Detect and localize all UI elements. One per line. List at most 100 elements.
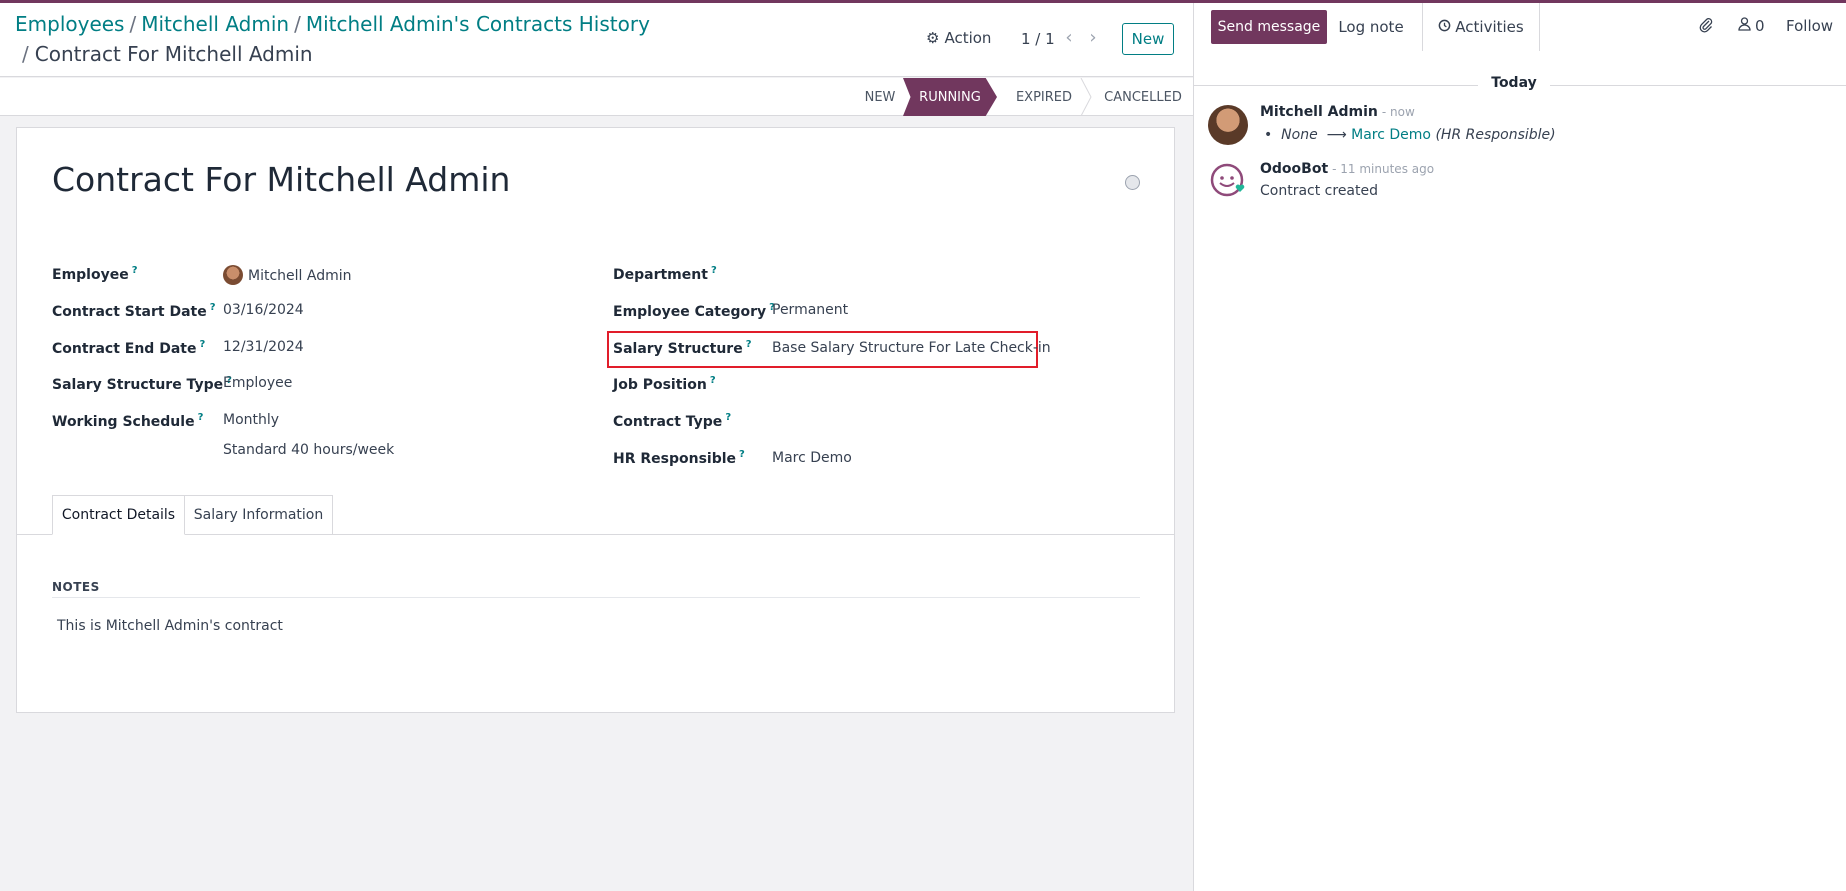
contract-end-date-value[interactable]: 12/31/2024	[223, 339, 304, 355]
followers-count: 0	[1755, 17, 1765, 35]
field-label-text: Department	[613, 267, 708, 283]
pager-value[interactable]: 1 / 1	[1021, 30, 1055, 48]
stage-cancelled[interactable]: CANCELLED	[1093, 78, 1193, 116]
field-employee-category: Employee Category?	[613, 302, 775, 324]
salary-structure-value[interactable]: Base Salary Structure For Late Check-in	[772, 340, 1051, 356]
action-label: Action	[944, 29, 992, 47]
field-label-text: Salary Structure Type	[52, 377, 224, 393]
field-salary-structure: Salary Structure?	[613, 339, 752, 361]
salary-structure-type-value[interactable]: Employee	[223, 375, 292, 391]
message-author[interactable]: OdooBot - 11 minutes ago	[1260, 161, 1434, 177]
stage-expired[interactable]: EXPIRED	[995, 78, 1093, 116]
divider	[1550, 85, 1846, 86]
statusbar: NEW RUNNING EXPIRED CANCELLED	[0, 78, 1193, 116]
field-hr-responsible: HR Responsible?	[613, 449, 745, 471]
breadcrumb-contracts-history[interactable]: Mitchell Admin's Contracts History	[306, 12, 650, 36]
working-schedule-value[interactable]: Monthly	[223, 412, 279, 428]
paperclip-icon	[1698, 17, 1714, 37]
help-icon[interactable]: ?	[710, 375, 716, 386]
field-label-text: Employee	[52, 267, 129, 283]
new-button[interactable]: New	[1122, 23, 1174, 55]
breadcrumb-separator: /	[294, 12, 301, 36]
log-note-button[interactable]: Log note	[1327, 10, 1415, 44]
field-label-text: Contract Type	[613, 414, 723, 430]
message-timestamp: - now	[1381, 105, 1415, 119]
help-icon[interactable]: ?	[199, 339, 205, 350]
field-label-text: Contract End Date	[52, 341, 197, 357]
author-name: OdooBot	[1260, 161, 1329, 177]
field-contract-type: Contract Type?	[613, 412, 731, 434]
help-icon[interactable]: ?	[711, 265, 717, 276]
contract-name[interactable]: Contract For Mitchell Admin	[52, 158, 510, 202]
avatar	[223, 265, 243, 285]
breadcrumb-mitchell-admin[interactable]: Mitchell Admin	[141, 12, 289, 36]
field-job-position: Job Position?	[613, 375, 716, 397]
arrow-right-icon: ⟶	[1322, 127, 1352, 143]
followers-button[interactable]: 0	[1738, 17, 1765, 35]
chatter-panel: Send message Log note Activities 0 Follo…	[1193, 3, 1846, 891]
date-label: Today	[1491, 75, 1537, 91]
breadcrumb-employees[interactable]: Employees	[15, 12, 124, 36]
tracking-value: • None ⟶ Marc Demo (HR Responsible)	[1264, 127, 1556, 143]
attachment-button[interactable]	[1698, 17, 1714, 37]
message-author[interactable]: Mitchell Admin - now	[1260, 104, 1415, 120]
tab-salary-information[interactable]: Salary Information	[185, 495, 333, 535]
chevron-right-icon[interactable]: ›	[1085, 27, 1101, 48]
bullet: •	[1264, 127, 1282, 143]
tab-contract-details[interactable]: Contract Details	[52, 495, 185, 535]
help-icon[interactable]: ?	[132, 265, 138, 276]
help-icon[interactable]: ?	[746, 339, 752, 350]
avatar[interactable]	[1208, 105, 1248, 145]
odoobot-avatar[interactable]	[1208, 161, 1248, 201]
field-contract-start-date: Contract Start Date?	[52, 302, 216, 324]
employee-value[interactable]: Mitchell Admin	[223, 265, 352, 285]
field-label-text: Working Schedule	[52, 414, 195, 430]
breadcrumb-separator: /	[129, 12, 137, 36]
help-icon[interactable]: ?	[739, 449, 745, 460]
chevron-left-icon[interactable]: ‹	[1061, 27, 1077, 48]
form-view: Employees / Mitchell Admin / Mitchell Admin'…	[0, 3, 1193, 891]
tracked-field-name: (HR Responsible)	[1435, 127, 1556, 143]
help-icon[interactable]: ?	[210, 302, 216, 313]
working-schedule-calendar[interactable]: Standard 40 hours/week	[223, 442, 394, 458]
new-value: Marc Demo	[1351, 127, 1431, 143]
contract-start-date-value[interactable]: 03/16/2024	[223, 302, 304, 318]
help-icon[interactable]: ?	[725, 412, 731, 423]
field-label-text: Contract Start Date	[52, 304, 207, 320]
help-icon[interactable]: ?	[198, 412, 204, 423]
divider	[52, 597, 1140, 598]
hr-responsible-value[interactable]: Marc Demo	[772, 450, 852, 466]
form-sheet: Contract For Mitchell Admin Employee? Mi…	[16, 127, 1175, 713]
old-value: None	[1281, 127, 1318, 143]
send-message-button[interactable]: Send message	[1211, 10, 1327, 44]
field-working-schedule: Working Schedule?	[52, 412, 203, 434]
field-employee: Employee?	[52, 265, 138, 287]
follow-button[interactable]: Follow	[1786, 17, 1833, 35]
activities-label: Activities	[1455, 18, 1524, 36]
status-indicator[interactable]	[1125, 175, 1140, 190]
message-timestamp: - 11 minutes ago	[1332, 162, 1435, 176]
divider	[1194, 85, 1478, 86]
notes-heading: NOTES	[52, 580, 100, 594]
stage-running[interactable]: RUNNING	[903, 78, 997, 116]
breadcrumb: Employees / Mitchell Admin / Mitchell Admin'…	[15, 11, 650, 37]
employee-category-value[interactable]: Permanent	[772, 302, 848, 318]
stage-new[interactable]: NEW	[855, 78, 905, 116]
message-body: Contract created	[1260, 183, 1379, 199]
clock-icon	[1438, 18, 1451, 36]
breadcrumb-current: / Contract For Mitchell Admin	[22, 41, 313, 67]
field-label-text: Job Position	[613, 377, 707, 393]
activities-button[interactable]: Activities	[1422, 3, 1540, 51]
field-label-text: Salary Structure	[613, 341, 743, 357]
field-contract-end-date: Contract End Date?	[52, 339, 205, 361]
field-salary-structure-type: Salary Structure Type?	[52, 375, 232, 397]
notes-field[interactable]: This is Mitchell Admin's contract	[57, 618, 283, 634]
action-button[interactable]: ⚙ Action	[926, 29, 991, 47]
notebook-tabs: Contract Details Salary Information	[17, 495, 1174, 535]
date-separator: Today	[1194, 75, 1846, 95]
employee-name: Mitchell Admin	[248, 268, 352, 284]
control-panel: Employees / Mitchell Admin / Mitchell Admin'…	[0, 3, 1193, 77]
field-label: Employee?	[52, 265, 138, 283]
user-icon	[1738, 17, 1751, 35]
field-label-text: Employee Category	[613, 304, 767, 320]
